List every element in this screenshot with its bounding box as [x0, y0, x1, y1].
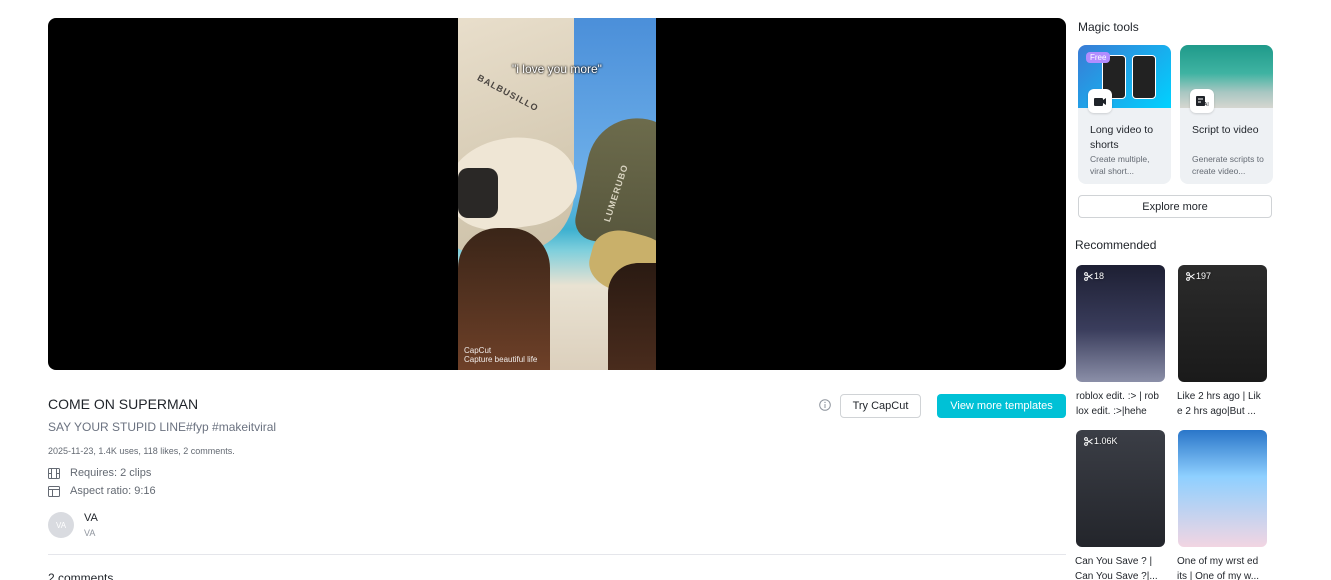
video-frame[interactable]: BALBUSILLO LUMERUBO "i love you more" Ca…: [458, 18, 656, 370]
video-player[interactable]: BALBUSILLO LUMERUBO "i love you more" Ca…: [48, 18, 1066, 370]
person-right: [608, 263, 656, 370]
usage-count-text: 1.06K: [1094, 436, 1118, 446]
phone-preview: [1132, 55, 1156, 99]
info-icon[interactable]: [819, 399, 831, 411]
film-icon: [48, 467, 60, 479]
recommended-thumbnail[interactable]: 18: [1076, 265, 1165, 382]
scissors-icon: [1084, 436, 1093, 446]
aspect-ratio-text: Aspect ratio: 9:16: [70, 485, 156, 497]
requires-text: Requires: 2 clips: [70, 467, 152, 479]
recommended-thumbnail[interactable]: 197: [1178, 265, 1267, 382]
sunglasses: [458, 168, 498, 218]
watermark-brand: CapCut: [464, 346, 492, 355]
usage-count: 18: [1084, 271, 1104, 281]
tool-card-script-to-video[interactable]: AI Script to video Generate scripts to c…: [1180, 45, 1273, 184]
layout-icon: [48, 485, 60, 497]
recommended-heading: Recommended: [1075, 238, 1157, 252]
view-more-templates-button[interactable]: View more templates: [937, 394, 1066, 418]
author-name[interactable]: VA: [84, 512, 98, 524]
capcut-watermark: CapCut Capture beautiful life: [464, 346, 537, 364]
author-handle: VA: [84, 528, 96, 538]
recommended-caption[interactable]: roblox edit. :> | rob lox edit. :>|hehe: [1076, 389, 1168, 419]
tool-name: Long video to shorts: [1090, 124, 1154, 151]
free-badge: Free: [1086, 52, 1111, 63]
recommended-thumbnail[interactable]: [1178, 430, 1267, 547]
ai-script-icon: AI: [1190, 89, 1214, 113]
usage-count: 197: [1186, 271, 1211, 281]
template-subtitle: SAY YOUR STUPID LINE#fyp #makeitviral: [48, 420, 277, 434]
scissors-icon: [1186, 271, 1195, 281]
tool-description: Create multiple, viral short...: [1090, 154, 1150, 176]
usage-count: 1.06K: [1084, 436, 1118, 446]
tool-name: Script to video: [1192, 124, 1259, 136]
video-caption: "i love you more": [512, 62, 602, 76]
author-avatar[interactable]: VA: [48, 512, 74, 538]
svg-text:AI: AI: [1204, 102, 1209, 107]
aspect-ratio-row: Aspect ratio: 9:16: [48, 485, 156, 497]
recommended-caption[interactable]: Like 2 hrs ago | Lik e 2 hrs ago|But ...: [1177, 389, 1269, 419]
tool-card-long-video[interactable]: Free Long video to shorts Create multipl…: [1078, 45, 1171, 184]
section-divider: [48, 554, 1066, 555]
watermark-tagline: Capture beautiful life: [464, 355, 538, 364]
video-cut-icon: [1088, 89, 1112, 113]
usage-count-text: 18: [1094, 271, 1105, 281]
tool-description: Generate scripts to create video...: [1192, 154, 1264, 176]
requires-row: Requires: 2 clips: [48, 467, 151, 479]
comments-heading: 2 comments: [48, 571, 114, 580]
recommended-caption[interactable]: One of my wrst ed its | One of my w...: [1177, 554, 1269, 580]
template-title: COME ON SUPERMAN: [48, 396, 199, 412]
template-meta: 2025-11-23, 1.4K uses, 118 likes, 2 comm…: [48, 446, 235, 456]
recommended-thumbnail[interactable]: 1.06K: [1076, 430, 1165, 547]
recommended-caption[interactable]: Can You Save ? | Can You Save ?|...: [1075, 554, 1167, 580]
explore-more-button[interactable]: Explore more: [1078, 195, 1272, 218]
try-capcut-button[interactable]: Try CapCut: [840, 394, 921, 418]
usage-count-text: 197: [1196, 271, 1212, 281]
magic-tools-heading: Magic tools: [1078, 20, 1139, 34]
scissors-icon: [1084, 271, 1093, 281]
